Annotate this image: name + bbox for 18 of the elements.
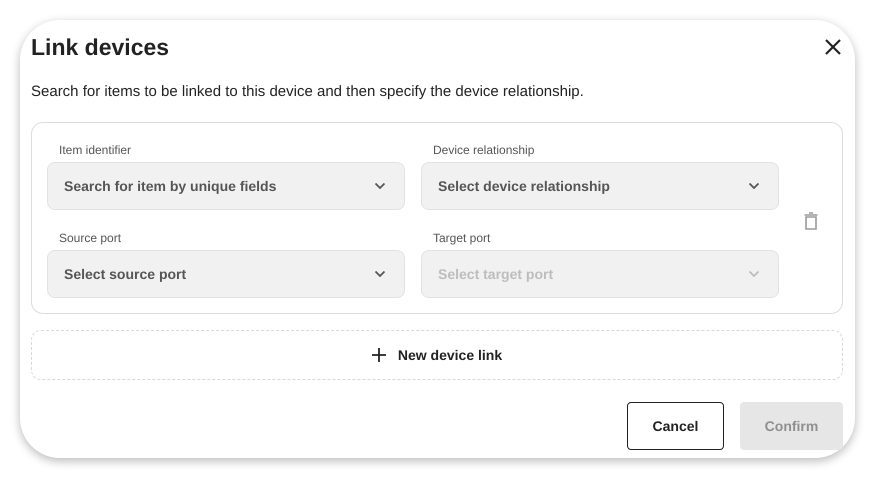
trash-icon[interactable] <box>803 212 819 230</box>
chevron-icon <box>748 182 760 190</box>
chevron-icon <box>374 182 386 190</box>
dialog-description: Search for items to be linked to this device and then specify the device relationship. <box>31 82 585 102</box>
cancel-button[interactable]: Cancel <box>627 402 724 450</box>
close-icon[interactable] <box>824 38 842 56</box>
plus-icon <box>372 348 386 362</box>
select-dropdown[interactable]: Search for item by unique fields <box>47 162 405 210</box>
field-label: Item identifier <box>58 143 132 158</box>
chevron-icon <box>748 270 760 278</box>
select-dropdown[interactable]: Select source port <box>47 250 405 298</box>
field-label: Source port <box>58 231 122 246</box>
field-label: Device relationship <box>432 143 536 158</box>
chevron-icon <box>374 270 386 278</box>
field-label: Target port <box>432 231 492 246</box>
dialog-title: Link devices <box>31 34 170 60</box>
select-dropdown[interactable]: Select device relationship <box>421 162 779 210</box>
new-device-link-button[interactable]: New device link <box>31 330 843 380</box>
